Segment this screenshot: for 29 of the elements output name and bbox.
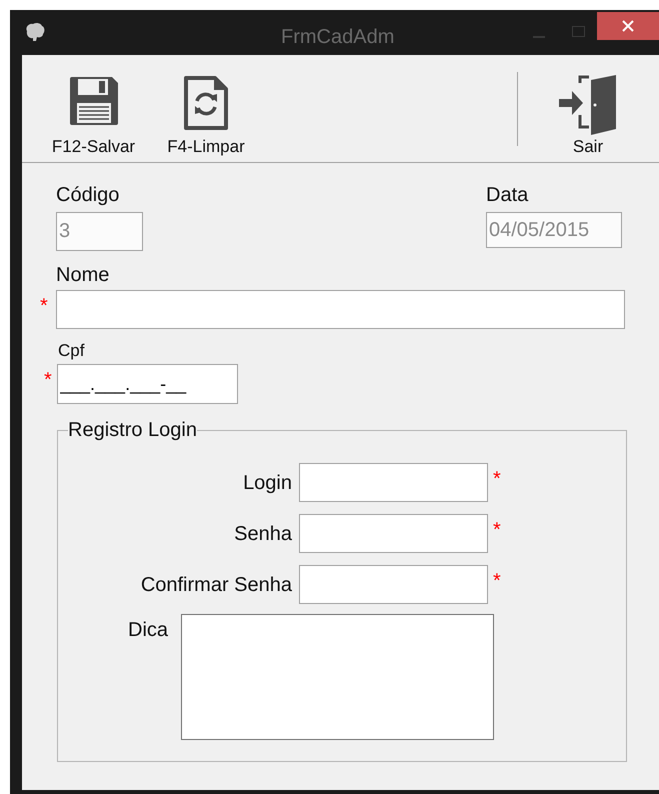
field-label: Dica [128, 618, 170, 642]
clear-button[interactable]: F4-Limpar [160, 75, 252, 157]
maximize-icon[interactable] [572, 26, 585, 37]
close-button[interactable] [597, 12, 659, 40]
data-label: Data [486, 183, 530, 207]
cpf-field[interactable]: ___.___.___-__ [57, 364, 238, 404]
text-field[interactable] [299, 565, 488, 604]
field-label: Confirmar Senha [140, 572, 293, 596]
document-refresh-icon [183, 75, 229, 131]
required-mark: * [493, 518, 501, 540]
field-label: Senha [233, 522, 293, 546]
required-mark: * [40, 294, 49, 316]
close-icon [622, 20, 634, 32]
exit-button[interactable]: Sair [558, 75, 618, 157]
required-mark: * [44, 368, 53, 390]
codigo-label: Código [56, 183, 120, 207]
nome-label: Nome [56, 263, 110, 287]
exit-door-icon [559, 75, 617, 135]
window-title: FrmCadAdm [281, 25, 394, 50]
text-field[interactable] [299, 463, 488, 502]
required-mark: * [493, 569, 501, 591]
hint-field[interactable] [181, 614, 494, 740]
field-label: Login [242, 470, 293, 494]
required-mark: * [493, 467, 501, 489]
group-title: Registro Login [68, 418, 197, 442]
nome-field[interactable] [56, 290, 625, 329]
save-button[interactable]: F12-Salvar [45, 75, 142, 157]
cpf-label: Cpf [58, 341, 86, 361]
text-field[interactable] [299, 514, 488, 553]
